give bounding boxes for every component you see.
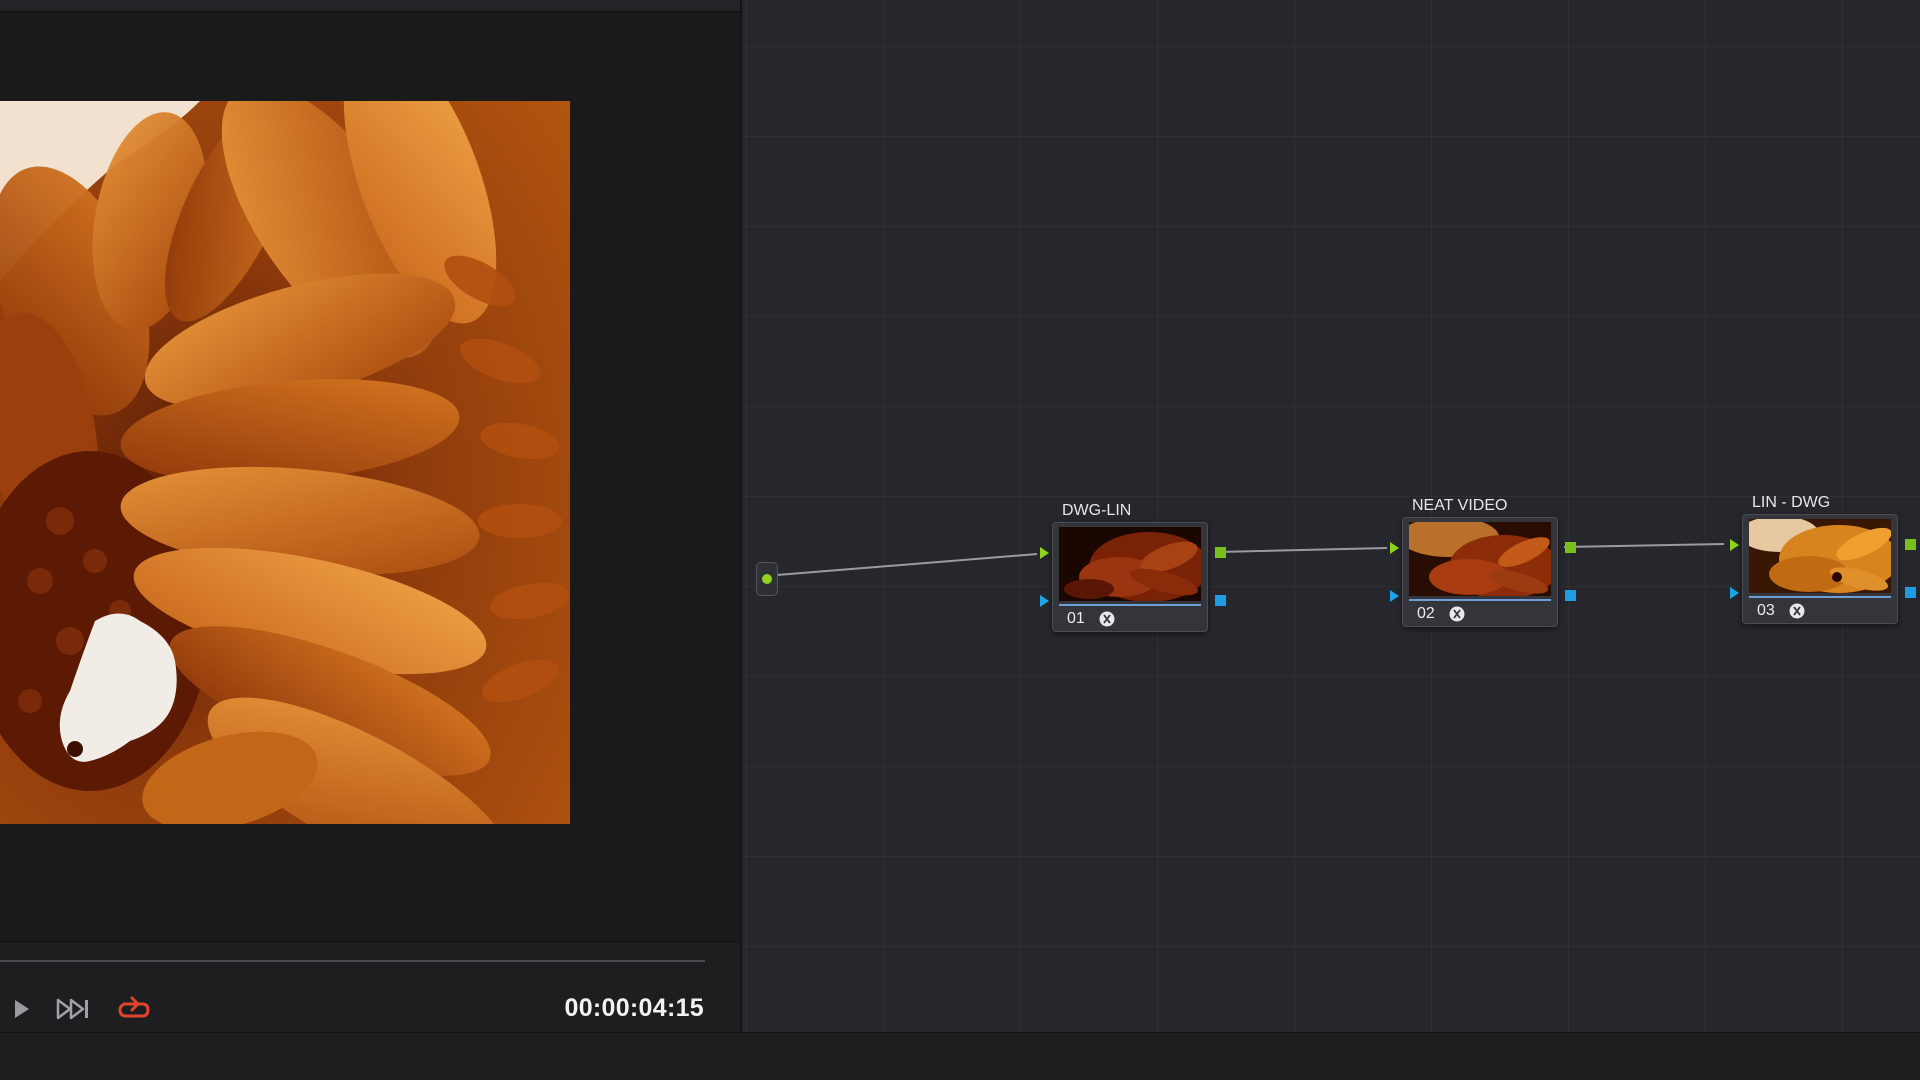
node-number: 01	[1067, 610, 1085, 627]
play-icon	[15, 1000, 29, 1018]
source-output-port[interactable]	[762, 574, 772, 584]
rgb-output-port[interactable]	[1565, 542, 1576, 553]
rgb-input-port[interactable]	[1390, 542, 1399, 554]
node-status-bar	[1409, 599, 1551, 601]
fx-icon[interactable]	[1449, 606, 1465, 622]
next-button[interactable]	[56, 994, 92, 1024]
viewer-canvas[interactable]	[0, 12, 740, 940]
skip-to-end-icon	[56, 998, 88, 1020]
rgb-input-port[interactable]	[1040, 547, 1049, 559]
node-thumbnail	[1749, 519, 1891, 593]
node-number: 03	[1757, 602, 1775, 619]
node-thumbnail	[1059, 527, 1201, 601]
flower-image	[0, 101, 570, 824]
node-01[interactable]: DWG-LIN 01	[1040, 502, 1226, 632]
node-body[interactable]: 03	[1742, 514, 1898, 624]
play-button[interactable]	[12, 994, 32, 1024]
rgb-input-port[interactable]	[1730, 539, 1739, 551]
rgb-output-port[interactable]	[1905, 539, 1916, 550]
scrub-bar[interactable]	[0, 960, 705, 962]
viewer-header	[0, 0, 740, 12]
connection-02-to-03	[1563, 543, 1725, 548]
loop-button[interactable]	[114, 994, 154, 1024]
connection-01-to-02	[1217, 547, 1388, 553]
rgb-output-port[interactable]	[1215, 547, 1226, 558]
alpha-output-port[interactable]	[1905, 587, 1916, 598]
node-02[interactable]: NEAT VIDEO 02	[1390, 497, 1576, 627]
timecode-display: 00:00:04:15	[564, 994, 704, 1022]
viewer-panel: 00:00:04:15	[0, 0, 740, 1033]
viewer-image[interactable]	[0, 101, 570, 824]
node-body[interactable]: 01	[1052, 522, 1208, 632]
node-status-bar	[1749, 596, 1891, 598]
node-editor[interactable]: DWG-LIN 01 NEAT VIDEO 02 LIN - DWG 03	[742, 0, 1920, 1032]
node-body[interactable]: 02	[1402, 517, 1558, 627]
node-label: NEAT VIDEO	[1412, 497, 1508, 514]
node-label: DWG-LIN	[1062, 502, 1132, 519]
node-03[interactable]: LIN - DWG 03	[1730, 494, 1916, 624]
connection-source-to-01	[776, 553, 1038, 576]
alpha-input-port[interactable]	[1040, 595, 1049, 607]
alpha-output-port[interactable]	[1565, 590, 1576, 601]
node-number: 02	[1417, 605, 1435, 622]
node-thumbnail	[1409, 522, 1551, 596]
loop-icon	[118, 996, 150, 1018]
alpha-input-port[interactable]	[1390, 590, 1399, 602]
source-input-node[interactable]	[756, 562, 778, 596]
bottom-toolbar	[0, 1032, 1920, 1080]
fx-icon[interactable]	[1789, 603, 1805, 619]
transport-bar: 00:00:04:15	[0, 941, 740, 1033]
node-label: LIN - DWG	[1752, 494, 1831, 511]
node-status-bar	[1059, 604, 1201, 606]
alpha-output-port[interactable]	[1215, 595, 1226, 606]
alpha-input-port[interactable]	[1730, 587, 1739, 599]
app-window: 00:00:04:15 DWG-LIN 01 NEAT VIDEO 02 LIN…	[0, 0, 1920, 1080]
fx-icon[interactable]	[1099, 611, 1115, 627]
